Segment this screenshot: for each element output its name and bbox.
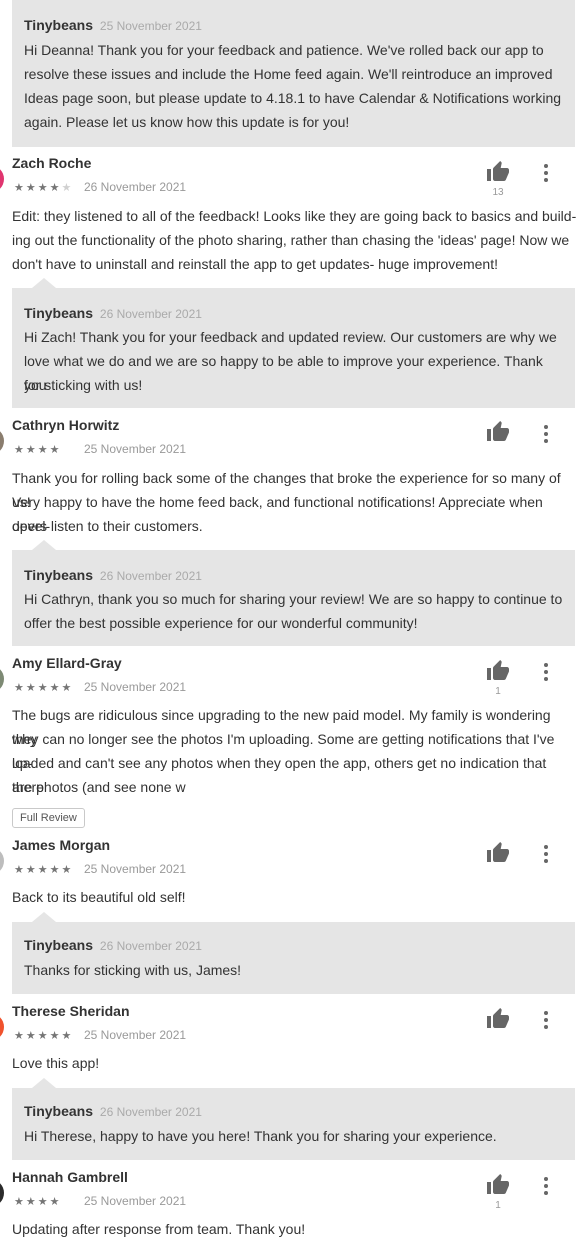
reply-text-line: Hi Therese, happy to have you here! Than… — [24, 1128, 497, 1144]
more-vert-icon[interactable] — [540, 843, 552, 863]
review-card: Zach Roche ★★★★★ 26 November 2021 13 Edi… — [0, 150, 583, 280]
review-date: 25 November 2021 — [84, 442, 187, 456]
star-rating: ★★★★★ — [14, 1029, 73, 1042]
developer-reply: Tinybeans 26 November 2021 Hi Therese, h… — [12, 1078, 575, 1160]
stars-filled: ★★★★★ — [14, 682, 74, 694]
review-date: 25 November 2021 — [84, 862, 187, 876]
thumbs-up-icon[interactable] — [485, 1173, 511, 1197]
avatar — [0, 427, 4, 455]
review-date: 25 November 2021 — [84, 1194, 187, 1208]
developer-reply-header: Tinybeans 25 November 2021 — [24, 17, 202, 33]
star-rating: ★★★★★ — [14, 181, 73, 194]
review-date: 26 November 2021 — [84, 180, 187, 194]
reply-text-line: Hi Deanna! Thank you for your feedback a… — [24, 42, 544, 58]
thumbs-up-icon[interactable] — [485, 1007, 511, 1031]
review-date: 25 November 2021 — [84, 680, 187, 694]
reply-pointer — [32, 1078, 56, 1088]
review-text-line: ing out the functionality of the photo s… — [12, 232, 570, 248]
thumbs-up-icon[interactable] — [485, 420, 511, 444]
reply-text-line: offer the best possible experience for o… — [24, 615, 418, 631]
review-card: Amy Ellard-Gray ★★★★★ 25 November 2021 1… — [0, 650, 583, 830]
more-vert-icon[interactable] — [540, 423, 552, 443]
developer-name: Tinybeans — [24, 17, 93, 33]
more-vert-icon[interactable] — [540, 661, 552, 681]
review-card: Therese Sheridan ★★★★★ 25 November 2021 … — [0, 998, 583, 1078]
review-card: James Morgan ★★★★★ 25 November 2021 Back… — [0, 832, 583, 912]
thumbs-up-icon[interactable] — [485, 841, 511, 865]
developer-reply: Tinybeans 26 November 2021 Hi Cathryn, t… — [12, 540, 575, 646]
review-text-line: Love this app! — [12, 1055, 100, 1071]
developer-reply-header: Tinybeans 26 November 2021 — [24, 305, 202, 321]
star-rating: ★★★★★ — [14, 681, 73, 694]
reply-text-line: Thanks for sticking with us, James! — [24, 962, 242, 978]
full-review-button[interactable]: Full Review — [12, 808, 85, 828]
developer-reply: Tinybeans 26 November 2021 Hi Zach! Than… — [12, 278, 575, 408]
star-rating: ★★★★ — [14, 1195, 61, 1208]
developer-reply: Tinybeans 25 November 2021 Hi Deanna! Th… — [12, 0, 575, 147]
review-author: Hannah Gambrell — [12, 1169, 128, 1185]
developer-reply-header: Tinybeans 26 November 2021 — [24, 567, 202, 583]
review-author: Therese Sheridan — [12, 1003, 130, 1019]
reply-pointer — [32, 912, 56, 922]
reply-text-line: again. Please let us know how this updat… — [24, 114, 350, 130]
avatar — [0, 1013, 4, 1041]
developer-reply: Tinybeans 26 November 2021 Thanks for st… — [12, 912, 575, 994]
avatar — [0, 165, 4, 193]
thumbs-up-icon[interactable] — [485, 659, 511, 683]
reply-date: 26 November 2021 — [99, 569, 202, 583]
review-author: James Morgan — [12, 837, 111, 853]
reply-date: 26 November 2021 — [99, 1105, 202, 1119]
reply-text-line: Ideas page soon, but please update to 4.… — [24, 90, 562, 106]
star-rating: ★★★★★ — [14, 863, 73, 876]
reply-text-line: for sticking with us! — [24, 377, 143, 393]
stars-filled: ★★★★★ — [14, 864, 74, 876]
developer-name: Tinybeans — [24, 1103, 93, 1119]
reply-text-line: resolve these issues and include the Hom… — [24, 66, 553, 82]
avatar — [0, 1179, 4, 1207]
star-rating: ★★★★ — [14, 443, 61, 456]
reply-date: 25 November 2021 — [99, 19, 202, 33]
more-vert-icon[interactable] — [540, 1009, 552, 1029]
reply-pointer — [32, 540, 56, 550]
more-vert-icon[interactable] — [540, 162, 552, 182]
review-text-line: don't have to uninstall and reinstall th… — [12, 256, 498, 272]
avatar — [0, 847, 4, 875]
thumbs-up-icon[interactable] — [485, 160, 511, 184]
review-author: Amy Ellard-Gray — [12, 655, 122, 671]
avatar — [0, 665, 4, 693]
review-card: Cathryn Horwitz ★★★★ 25 November 2021 Th… — [0, 412, 583, 542]
stars-filled: ★★★★ — [14, 182, 62, 194]
developer-reply-header: Tinybeans 26 November 2021 — [24, 937, 202, 953]
like-count: 1 — [495, 686, 501, 697]
review-text-line: Back to its beautiful old self! — [12, 889, 186, 905]
review-text-line: Updating after response from team. Thank… — [12, 1221, 306, 1237]
stars-filled: ★★★★ — [14, 444, 62, 456]
review-text-line: are photos (and see none w — [12, 779, 186, 795]
reply-date: 26 November 2021 — [99, 307, 202, 321]
review-author: Zach Roche — [12, 155, 92, 171]
reply-text-line: Hi Cathryn, thank you so much for sharin… — [24, 591, 563, 607]
developer-name: Tinybeans — [24, 937, 93, 953]
developer-name: Tinybeans — [24, 305, 93, 321]
like-count: 1 — [495, 1200, 501, 1211]
more-vert-icon[interactable] — [540, 1175, 552, 1195]
review-text-line: Edit: they listened to all of the feedba… — [12, 208, 577, 224]
review-card: Hannah Gambrell ★★★★ 25 November 2021 1 … — [0, 1164, 583, 1243]
stars-empty: ★ — [61, 182, 74, 194]
developer-name: Tinybeans — [24, 567, 93, 583]
review-text-line: opers listen to their customers. — [12, 518, 203, 534]
reply-pointer — [32, 278, 56, 288]
review-author: Cathryn Horwitz — [12, 417, 120, 433]
stars-filled: ★★★★★ — [14, 1030, 74, 1042]
developer-reply-header: Tinybeans 26 November 2021 — [24, 1103, 202, 1119]
stars-filled: ★★★★ — [14, 1196, 62, 1208]
reply-text-line: Hi Zach! Thank you for your feedback and… — [24, 329, 557, 345]
reply-date: 26 November 2021 — [99, 939, 202, 953]
like-count: 13 — [492, 187, 504, 198]
review-date: 25 November 2021 — [84, 1028, 187, 1042]
